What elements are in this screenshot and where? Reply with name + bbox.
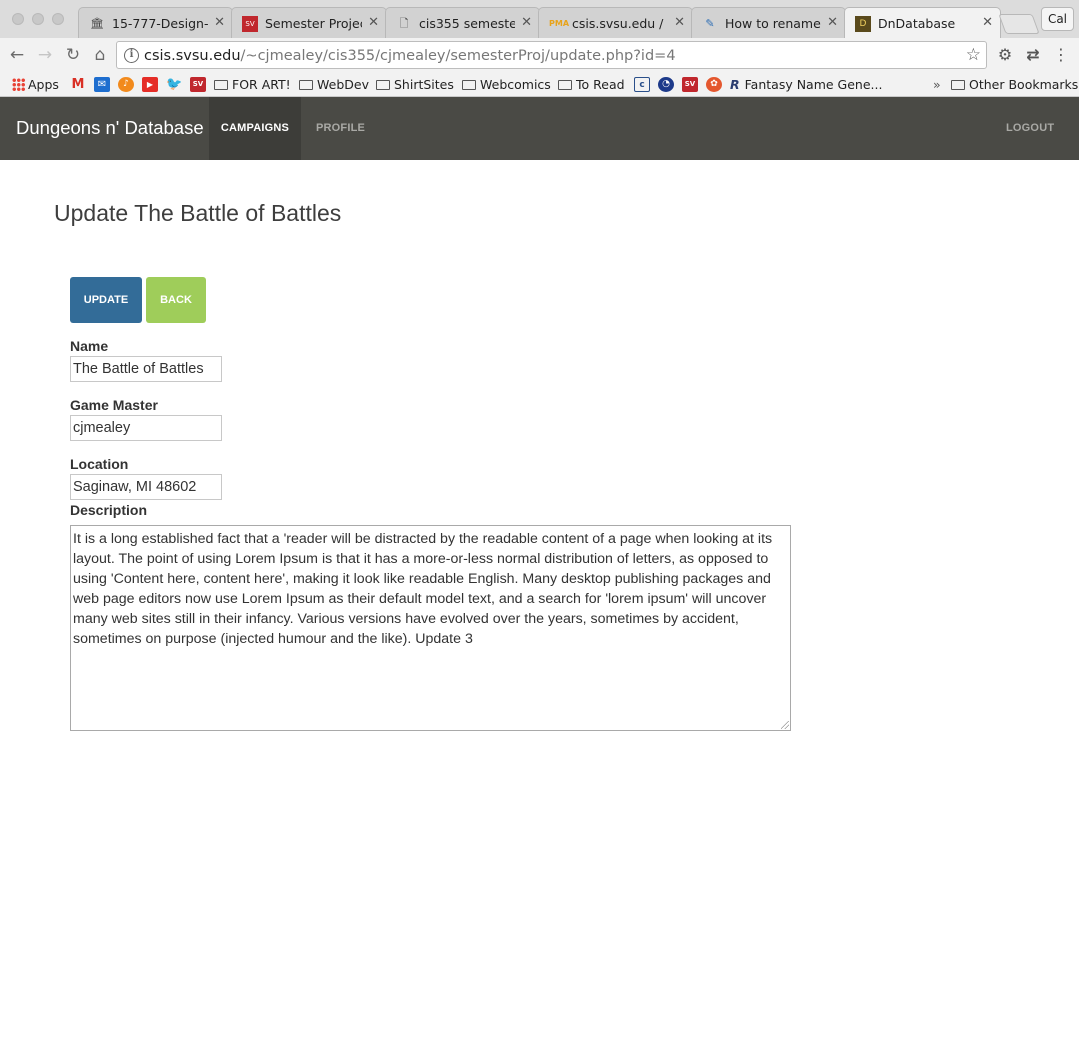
- bookmark-label: WebDev: [317, 77, 369, 92]
- close-icon[interactable]: ✕: [368, 15, 379, 30]
- bookmark-folder-for-art[interactable]: FOR ART!: [214, 75, 291, 94]
- name-label: Name: [70, 338, 109, 354]
- bookmark-label: FOR ART!: [232, 77, 291, 92]
- update-button[interactable]: UPDATE: [70, 277, 142, 323]
- minimize-window-button[interactable]: [32, 13, 44, 25]
- folder-icon: [462, 80, 476, 90]
- bookmark-label: Other Bookmarks: [969, 77, 1079, 92]
- close-icon[interactable]: ✕: [982, 15, 993, 30]
- url-path: /~cjmealey/cis355/cjmealey/semesterProj/…: [240, 48, 676, 64]
- location-input[interactable]: Saginaw, MI 48602: [70, 474, 222, 500]
- dndatabase-icon: D: [855, 16, 871, 32]
- bookmark-star-icon[interactable]: ☆: [966, 45, 981, 65]
- folder-icon: [558, 80, 572, 90]
- folder-icon: [299, 80, 313, 90]
- music-icon[interactable]: ♪: [118, 77, 134, 92]
- profile-button[interactable]: Cal: [1041, 7, 1074, 31]
- globe-bookmark-icon[interactable]: ◔: [658, 77, 674, 92]
- folder-icon: [214, 80, 228, 90]
- description-label: Description: [70, 502, 148, 518]
- twitter-icon[interactable]: 🐦: [166, 77, 182, 92]
- bookmark-label: Webcomics: [480, 77, 551, 92]
- close-window-button[interactable]: [12, 13, 24, 25]
- fantasy-r-icon: R: [730, 77, 740, 92]
- tab-label: 15-777-Design-F: [112, 16, 208, 31]
- bookmark-fantasy-name-generator[interactable]: R Fantasy Name Gene...: [730, 75, 882, 94]
- bookmark-folder-shirtsites[interactable]: ShirtSites: [376, 75, 454, 94]
- description-text: It is a long established fact that a 're…: [73, 531, 773, 647]
- bookmark-label: To Read: [576, 77, 625, 92]
- resize-handle-icon[interactable]: [781, 721, 789, 729]
- site-brand[interactable]: Dungeons n' Database: [16, 117, 204, 139]
- svsu-icon[interactable]: SV: [190, 77, 206, 92]
- stackoverflow-icon: ✎: [705, 17, 715, 30]
- back-button[interactable]: BACK: [146, 277, 206, 323]
- browser-tab[interactable]: 🗋 cis355 semester ✕: [385, 7, 540, 38]
- nav-profile[interactable]: PROFILE: [316, 97, 365, 160]
- settings-gear-icon[interactable]: ⚙: [995, 45, 1015, 65]
- close-icon[interactable]: ✕: [521, 15, 532, 30]
- mail-icon[interactable]: ✉: [94, 77, 110, 92]
- description-textarea[interactable]: It is a long established fact that a 're…: [70, 525, 791, 731]
- name-input[interactable]: The Battle of Battles: [70, 356, 222, 382]
- sync-extension-icon[interactable]: ⇄: [1023, 45, 1043, 65]
- menu-dots-icon[interactable]: ⋮: [1051, 45, 1071, 65]
- building-icon: 🏛: [90, 17, 104, 30]
- apps-grid-icon: [12, 78, 25, 91]
- browser-tab[interactable]: PMA csis.svsu.edu / lo ✕: [538, 7, 693, 38]
- game-master-input[interactable]: cjmealey: [70, 415, 222, 441]
- nav-campaigns[interactable]: CAMPAIGNS: [209, 97, 301, 160]
- svsu-icon: SV: [242, 16, 258, 32]
- site-navbar: Dungeons n' Database CAMPAIGNS PROFILE L…: [0, 97, 1079, 160]
- bookmarks-overflow-chevron[interactable]: »: [933, 75, 941, 94]
- browser-tab-active[interactable]: D DnDatabase ✕: [844, 7, 1001, 39]
- forward-arrow-icon[interactable]: →: [34, 44, 56, 66]
- browser-toolbar: ← → ↻ ⌂ i csis.svsu.edu/~cjmealey/cis355…: [0, 38, 1079, 72]
- tab-label: How to rename d: [725, 16, 821, 31]
- bookmarks-bar: Apps M ✉ ♪ ▶ 🐦 SV FOR ART! WebDev ShirtS…: [0, 72, 1079, 97]
- bookmark-folder-webcomics[interactable]: Webcomics: [462, 75, 551, 94]
- phpmyadmin-icon: PMA: [549, 19, 570, 28]
- browser-tab[interactable]: 🏛 15-777-Design-F ✕: [78, 7, 233, 38]
- gmail-icon[interactable]: M: [70, 77, 86, 92]
- stumbleupon-icon[interactable]: ✿: [706, 77, 722, 92]
- bookmark-folder-to-read[interactable]: To Read: [558, 75, 625, 94]
- bookmark-label: Apps: [28, 77, 59, 92]
- bookmark-label: Fantasy Name Gene...: [744, 77, 883, 92]
- bookmark-apps[interactable]: Apps: [12, 75, 59, 94]
- address-bar[interactable]: i csis.svsu.edu/~cjmealey/cis355/cjmeale…: [116, 41, 987, 69]
- info-icon[interactable]: i: [124, 48, 139, 63]
- bookmark-label: ShirtSites: [394, 77, 454, 92]
- maximize-window-button[interactable]: [52, 13, 64, 25]
- home-icon[interactable]: ⌂: [89, 44, 111, 66]
- folder-icon: [376, 80, 390, 90]
- url-text: csis.svsu.edu/~cjmealey/cis355/cjmealey/…: [144, 48, 676, 64]
- reload-icon[interactable]: ↻: [62, 44, 84, 66]
- youtube-icon[interactable]: ▶: [142, 77, 158, 92]
- tab-label: csis.svsu.edu / lo: [572, 16, 668, 31]
- back-arrow-icon[interactable]: ←: [6, 44, 28, 66]
- tab-label: cis355 semester: [419, 16, 515, 31]
- tab-label: Semester Project: [265, 16, 362, 31]
- location-label: Location: [70, 456, 129, 472]
- svsu-icon[interactable]: SV: [682, 77, 698, 92]
- close-icon[interactable]: ✕: [214, 15, 225, 30]
- browser-tab-strip: 🏛 15-777-Design-F ✕ SV Semester Project …: [0, 0, 1079, 39]
- close-icon[interactable]: ✕: [674, 15, 685, 30]
- game-master-label: Game Master: [70, 397, 158, 413]
- new-tab-button[interactable]: [998, 14, 1040, 34]
- page-title: Update The Battle of Battles: [54, 200, 342, 226]
- tab-label: DnDatabase: [878, 16, 956, 31]
- bookmark-folder-webdev[interactable]: WebDev: [299, 75, 369, 94]
- nav-logout[interactable]: LOGOUT: [1006, 97, 1054, 160]
- c-bookmark-icon[interactable]: c: [634, 77, 650, 92]
- browser-tab[interactable]: ✎ How to rename d ✕: [691, 7, 846, 38]
- document-icon: 🗋: [399, 17, 409, 30]
- browser-tab[interactable]: SV Semester Project ✕: [231, 7, 387, 38]
- bookmark-folder-other[interactable]: Other Bookmarks: [951, 75, 1078, 94]
- folder-icon: [951, 80, 965, 90]
- url-host: csis.svsu.edu: [144, 48, 241, 64]
- close-icon[interactable]: ✕: [827, 15, 838, 30]
